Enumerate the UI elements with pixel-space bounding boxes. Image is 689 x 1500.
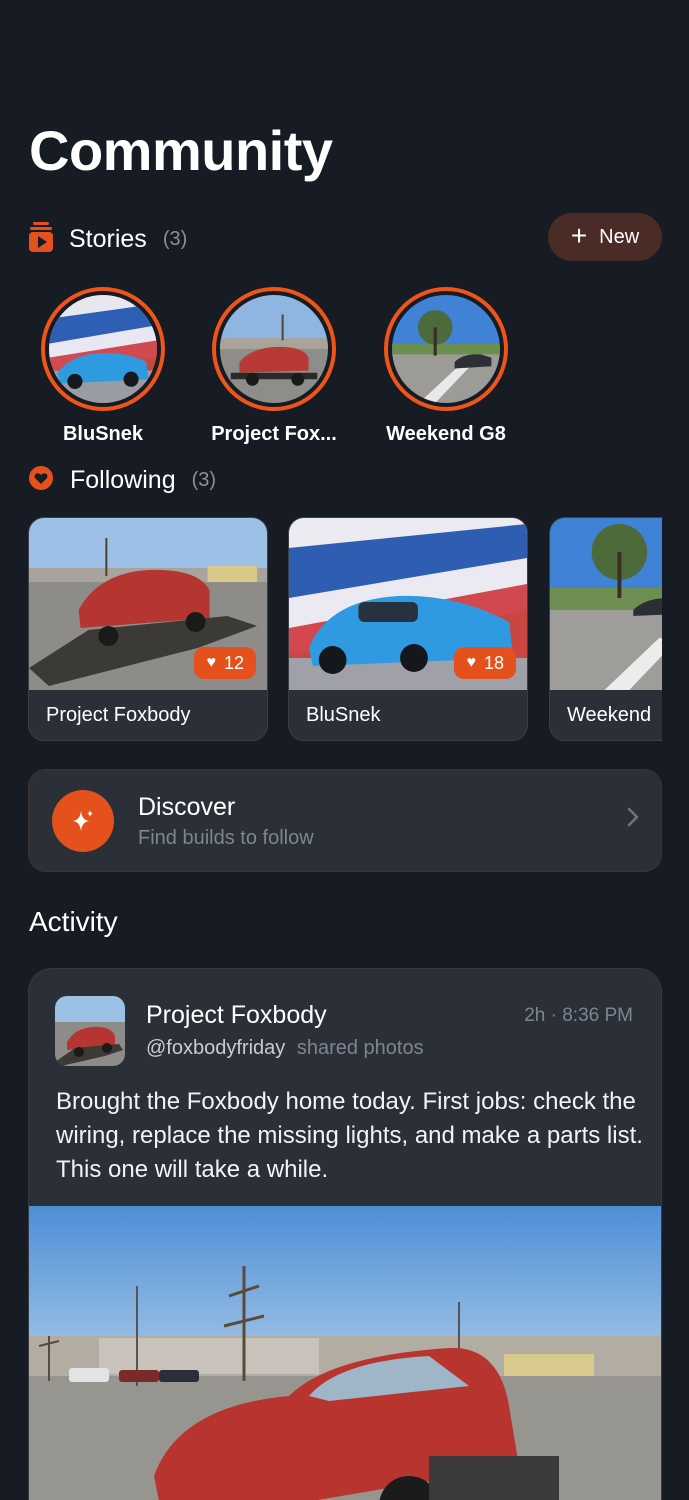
like-count: 12	[223, 652, 244, 673]
story-thumbnail	[392, 295, 500, 403]
activity-title: Activity	[29, 906, 118, 937]
stories-header: Stories (3)	[29, 222, 187, 257]
new-story-button[interactable]: + New	[548, 213, 662, 261]
page-title: Community	[29, 119, 333, 182]
story-item-weekend-g8[interactable]: Weekend G8	[361, 287, 531, 446]
story-ring	[384, 287, 508, 411]
following-card[interactable]: ♥ 18 BluSnek	[288, 517, 528, 741]
following-count: (3)	[191, 469, 217, 491]
stories-label: Stories	[69, 225, 147, 253]
card-title: BluSnek	[306, 704, 381, 726]
heart-icon: ♥	[206, 654, 216, 671]
card-photo: ♥ 18	[289, 518, 527, 690]
story-item-project-foxbody[interactable]: Project Fox...	[189, 287, 359, 446]
post-meta: @foxbodyfriday shared photos	[146, 1037, 424, 1060]
following-header: Following (3)	[29, 466, 216, 495]
chevron-right-icon	[627, 807, 639, 832]
like-badge: ♥ 12	[194, 647, 256, 679]
following-card[interactable]: ♥ 12 Project Foxbody	[28, 517, 268, 741]
card-photo	[550, 518, 662, 690]
story-item-blusnek[interactable]: BluSnek	[18, 287, 188, 446]
post-action: shared photos	[296, 1037, 424, 1059]
like-count: 18	[483, 652, 504, 673]
card-title: Project Foxbody	[46, 704, 191, 726]
discover-title: Discover	[138, 793, 236, 821]
story-label: Weekend G8	[386, 423, 506, 445]
story-label: BluSnek	[62, 423, 144, 445]
following-label: Following	[70, 466, 176, 494]
story-thumbnail	[49, 295, 157, 403]
story-ring	[41, 287, 165, 411]
plus-icon: +	[570, 219, 588, 251]
following-card[interactable]: Weekend	[549, 517, 662, 741]
following-carousel[interactable]: ♥ 12 Project Foxbody ♥ 18 BluSnek Weeken…	[28, 517, 662, 742]
new-button-label: New	[599, 225, 640, 248]
story-label: Project Fox...	[211, 423, 337, 445]
sparkle-icon	[52, 790, 114, 852]
avatar[interactable]	[55, 996, 125, 1066]
post-author-name[interactable]: Project Foxbody	[146, 1001, 327, 1030]
story-ring	[212, 287, 336, 411]
discover-subtitle: Find builds to follow	[138, 827, 314, 849]
post-text: Brought the Foxbody home today. First jo…	[56, 1088, 643, 1183]
card-photo: ♥ 12	[29, 518, 267, 690]
discover-card[interactable]: Discover Find builds to follow	[28, 769, 662, 872]
card-title: Weekend	[567, 704, 652, 726]
heart-icon: ♥	[466, 654, 476, 671]
post-timestamp: 2h · 8:36 PM	[524, 1005, 633, 1026]
story-thumbnail	[220, 295, 328, 403]
stories-icon	[29, 222, 53, 257]
heart-icon	[29, 466, 53, 495]
like-badge: ♥ 18	[454, 647, 516, 679]
post-photo[interactable]	[29, 1206, 661, 1500]
activity-post[interactable]: Project Foxbody 2h · 8:36 PM @foxbodyfri…	[28, 968, 662, 1500]
stories-count: (3)	[162, 228, 188, 250]
post-handle[interactable]: @foxbodyfriday	[146, 1037, 285, 1059]
